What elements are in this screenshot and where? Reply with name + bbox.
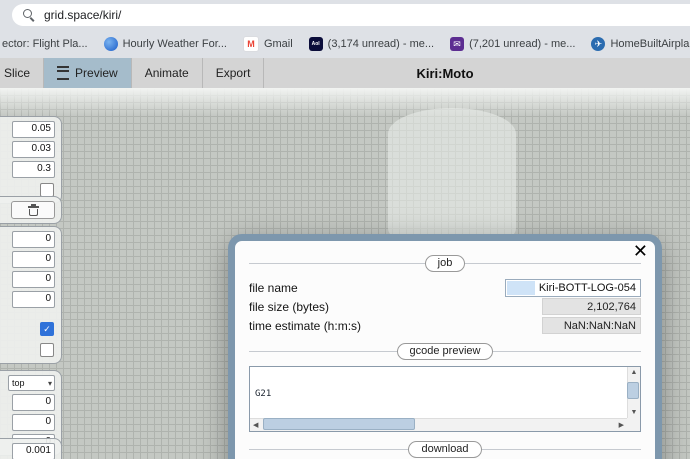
- settings-panel-c: 0 0 0 0: [0, 226, 62, 364]
- bookmark-label: ector: Flight Pla...: [2, 38, 88, 50]
- scrollbar-corner: [627, 418, 640, 431]
- bookmark-mail[interactable]: ✉ (7,201 unread) - me...: [450, 37, 575, 51]
- bookmark-homebuiltairplanes[interactable]: ✈ HomeBuiltAirplanes...: [591, 37, 690, 51]
- bookmarks-bar: ector: Flight Pla... Hourly Weather For.…: [0, 30, 690, 59]
- aol-icon: Aol: [309, 37, 323, 51]
- number-input[interactable]: 0: [12, 291, 55, 308]
- bookmark-label: Hourly Weather For...: [123, 38, 227, 50]
- bookmark-gmail[interactable]: M Gmail: [243, 36, 293, 52]
- gcode-preview-text[interactable]: G21 G90 G0 X0.0 Y0.0 F5999.9880 G0 Z0.24…: [255, 369, 624, 416]
- number-input[interactable]: 0.001: [12, 443, 55, 459]
- settings-panel-b: [0, 196, 62, 224]
- field-label: time estimate (h:m:s): [249, 319, 361, 333]
- horizontal-scrollbar-thumb[interactable]: [263, 418, 415, 430]
- tab-label: Slice: [4, 66, 30, 80]
- url-text: grid.space/kiri/: [44, 8, 121, 22]
- bookmark-weather[interactable]: Hourly Weather For...: [104, 37, 227, 51]
- checkbox-unchecked[interactable]: [40, 183, 54, 197]
- browser-window: grid.space/kiri/ ector: Flight Pla... Ho…: [0, 0, 690, 459]
- job-fields: file name Kiri-BOTT-LOG-054 file size (b…: [249, 279, 641, 334]
- gcode-line: G21: [255, 389, 624, 399]
- field-file-size: file size (bytes) 2,102,764: [249, 298, 641, 315]
- tab-label: Animate: [145, 66, 189, 80]
- file-size-value: 2,102,764: [542, 298, 641, 315]
- app-toolbar: Slice Preview Animate Export Kiri:Moto: [0, 58, 690, 89]
- file-name-value: Kiri-BOTT-LOG-054: [539, 282, 640, 294]
- weather-icon: [104, 37, 118, 51]
- number-input[interactable]: 0: [12, 271, 55, 288]
- checkbox-unchecked[interactable]: [40, 343, 54, 357]
- search-icon: [23, 9, 35, 21]
- bookmark-label: Gmail: [264, 38, 293, 50]
- bookmark-flight-planner[interactable]: ector: Flight Pla...: [2, 38, 88, 50]
- section-job: job: [249, 255, 641, 272]
- scroll-left-icon[interactable]: ◀: [253, 422, 258, 429]
- viewport-horizon: [0, 88, 690, 116]
- browser-address-row: grid.space/kiri/: [0, 0, 690, 30]
- model-preview-shape: [388, 108, 516, 238]
- selection-highlight: [507, 281, 535, 295]
- bookmark-label: HomeBuiltAirplanes...: [610, 38, 690, 50]
- number-input[interactable]: 0: [12, 231, 55, 248]
- section-label-download: download: [408, 441, 481, 458]
- chevron-down-icon: ▾: [48, 379, 52, 388]
- bookmark-aol[interactable]: Aol (3,174 unread) - me...: [309, 37, 434, 51]
- scroll-up-icon[interactable]: ▲: [631, 369, 638, 376]
- vertical-scrollbar-thumb[interactable]: [627, 382, 639, 399]
- tab-label: Preview: [75, 66, 118, 80]
- scroll-down-icon[interactable]: ▼: [631, 409, 638, 416]
- scroll-right-icon[interactable]: ▶: [619, 422, 624, 429]
- gcode-preview-box: G21 G90 G0 X0.0 Y0.0 F5999.9880 G0 Z0.24…: [249, 366, 641, 432]
- section-label-job: job: [425, 255, 466, 272]
- layers-icon: [57, 66, 69, 80]
- trash-icon: [28, 204, 39, 217]
- select-value: top: [12, 378, 25, 388]
- viewport-3d[interactable]: 0.05 0.03 0.3 0 0 0 0 top: [0, 88, 690, 459]
- number-input[interactable]: 0.03: [12, 141, 55, 158]
- gmail-icon: M: [243, 36, 259, 52]
- checkbox-checked[interactable]: [40, 322, 54, 336]
- view-select[interactable]: top ▾: [8, 375, 55, 391]
- file-name-input[interactable]: Kiri-BOTT-LOG-054: [505, 279, 641, 297]
- number-input[interactable]: 0: [12, 251, 55, 268]
- settings-panel-e: 0.001: [0, 438, 62, 459]
- section-label-gcode: gcode preview: [397, 343, 494, 360]
- tab-animate[interactable]: Animate: [132, 58, 203, 88]
- time-estimate-value: NaN:NaN:NaN: [542, 317, 641, 334]
- tab-preview[interactable]: Preview: [44, 58, 132, 88]
- number-input[interactable]: 0.3: [12, 161, 55, 178]
- bookmark-label: (3,174 unread) - me...: [328, 38, 434, 50]
- section-gcode-preview: gcode preview: [249, 343, 641, 360]
- app-title: Kiri:Moto: [416, 58, 473, 88]
- number-input[interactable]: 0.05: [12, 121, 55, 138]
- field-label: file size (bytes): [249, 300, 329, 314]
- settings-panel-a: 0.05 0.03 0.3: [0, 116, 62, 204]
- airplane-icon: ✈: [591, 37, 605, 51]
- url-bar[interactable]: grid.space/kiri/: [12, 4, 690, 26]
- number-input[interactable]: 0: [12, 414, 55, 431]
- bookmark-label: (7,201 unread) - me...: [469, 38, 575, 50]
- number-input[interactable]: 0: [12, 394, 55, 411]
- close-icon[interactable]: ✕: [633, 241, 648, 263]
- export-job-dialog: ✕ job file name Kiri-BOTT-LOG-054 file s…: [228, 234, 662, 459]
- field-file-name: file name Kiri-BOTT-LOG-054: [249, 279, 641, 296]
- tab-export[interactable]: Export: [203, 58, 265, 88]
- section-download: download: [249, 441, 641, 458]
- tab-label: Export: [216, 66, 251, 80]
- field-label: file name: [249, 281, 298, 295]
- trash-button[interactable]: [11, 201, 55, 219]
- mail-icon: ✉: [450, 37, 464, 51]
- field-time-estimate: time estimate (h:m:s) NaN:NaN:NaN: [249, 317, 641, 334]
- tab-slice[interactable]: Slice: [0, 58, 44, 88]
